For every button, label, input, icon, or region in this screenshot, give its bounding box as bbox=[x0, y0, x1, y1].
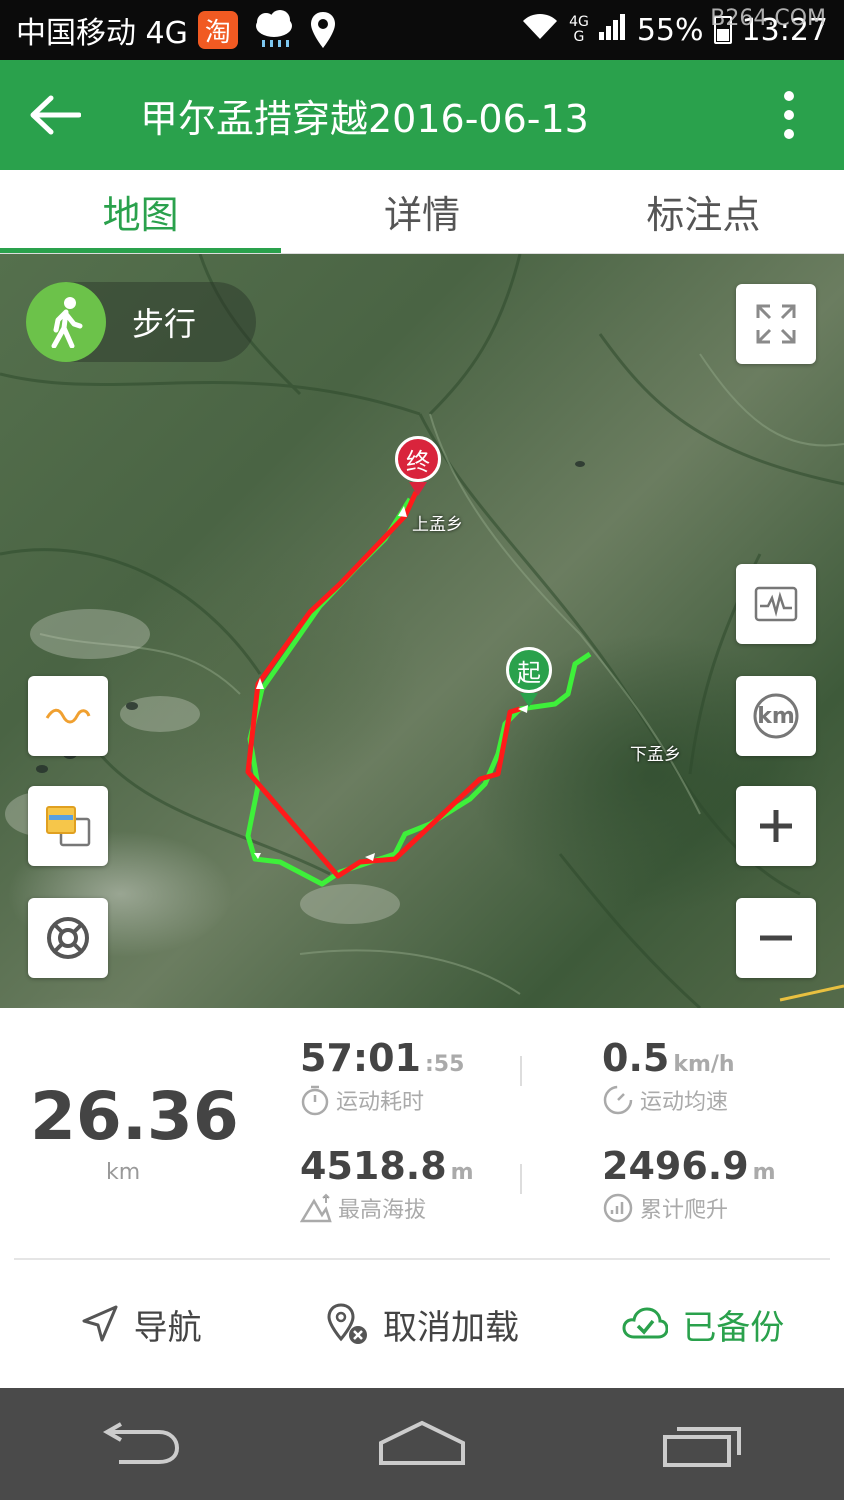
system-home-button[interactable] bbox=[352, 1404, 492, 1484]
mode-label: 步行 bbox=[132, 305, 197, 343]
unload-button[interactable]: 取消加载 bbox=[281, 1300, 562, 1349]
elevation-chart-button[interactable] bbox=[736, 564, 816, 644]
duration-label: 运动耗时 bbox=[336, 1090, 425, 1115]
layer-switch-button[interactable] bbox=[28, 786, 108, 866]
navigate-button[interactable]: 导航 bbox=[0, 1300, 281, 1349]
km-label: km bbox=[757, 703, 795, 729]
speed-label: 运动均速 bbox=[640, 1090, 729, 1115]
zoom-out-button[interactable] bbox=[736, 898, 816, 978]
divider bbox=[520, 1164, 522, 1194]
location-cancel-icon bbox=[327, 1303, 367, 1344]
altitude-value: 4518.8 bbox=[300, 1144, 447, 1188]
climb-unit: m bbox=[752, 1160, 776, 1185]
stopwatch-icon bbox=[301, 1085, 329, 1116]
backup-label: 已备份 bbox=[682, 1307, 785, 1348]
km-markers-button[interactable]: km bbox=[736, 676, 816, 756]
lifebuoy-icon bbox=[47, 917, 89, 959]
altitude-stat: 4518.8 m 最高海拔 bbox=[300, 1144, 474, 1224]
tab-bar: 地图 详情 标注点 bbox=[0, 170, 844, 254]
start-marker-tail bbox=[520, 693, 538, 707]
overflow-menu-button[interactable] bbox=[759, 60, 819, 170]
climb-label: 累计爬升 bbox=[640, 1198, 729, 1223]
speedometer-icon bbox=[603, 1085, 633, 1115]
more-vert-icon bbox=[784, 91, 794, 101]
duration-stat: 57:01:55 运动耗时 bbox=[300, 1036, 464, 1116]
duration-seconds: :55 bbox=[424, 1052, 465, 1077]
system-nav-bar bbox=[0, 1388, 844, 1500]
distance-value: 26.36 bbox=[30, 1078, 239, 1155]
navigation-arrow-icon bbox=[82, 1305, 118, 1342]
locate-button[interactable] bbox=[28, 898, 108, 978]
arrow-left-icon bbox=[30, 95, 81, 135]
tab-details[interactable]: 详情 bbox=[281, 170, 562, 253]
section-divider bbox=[14, 1258, 830, 1260]
unload-label: 取消加载 bbox=[382, 1307, 519, 1348]
speed-value: 0.5 bbox=[602, 1036, 670, 1080]
altitude-unit: m bbox=[450, 1160, 474, 1185]
satellite-map[interactable]: 步行 km 终 起 上孟乡 下孟乡 bbox=[0, 254, 844, 1008]
waveform-icon bbox=[754, 586, 798, 622]
recents-icon bbox=[663, 1427, 742, 1467]
layers-icon bbox=[46, 806, 91, 847]
fullscreen-button[interactable] bbox=[736, 284, 816, 364]
zoom-in-button[interactable] bbox=[736, 786, 816, 866]
track-style-button[interactable] bbox=[28, 676, 108, 756]
speed-unit: km/h bbox=[673, 1052, 735, 1077]
duration-value: 57:01 bbox=[300, 1036, 421, 1080]
signal-icon bbox=[598, 12, 627, 48]
end-marker[interactable]: 终 bbox=[395, 436, 441, 482]
walking-icon bbox=[26, 282, 106, 362]
carrier-label: 中国移动 4G bbox=[16, 16, 188, 51]
location-icon bbox=[310, 11, 336, 49]
track-outbound bbox=[245, 497, 592, 887]
wifi-icon bbox=[521, 11, 559, 49]
system-recents-button[interactable] bbox=[633, 1404, 773, 1484]
action-bar: 导航 取消加载 已备份 bbox=[0, 1262, 844, 1386]
cloud-check-icon bbox=[622, 1307, 669, 1339]
terrain-texture bbox=[0, 254, 844, 1008]
watermark: B264.COM bbox=[710, 6, 826, 31]
app-bar: 甲尔孟措穿越2016-06-13 bbox=[0, 60, 844, 170]
minus-icon bbox=[760, 935, 792, 941]
climb-stat: 2496.9 m 累计爬升 bbox=[602, 1144, 776, 1224]
speed-stat: 0.5 km/h 运动均速 bbox=[602, 1036, 735, 1116]
end-marker-tail bbox=[409, 482, 427, 496]
back-arrow-icon bbox=[102, 1422, 179, 1464]
page-title: 甲尔孟措穿越2016-06-13 bbox=[140, 96, 589, 141]
taobao-app-icon: 淘 bbox=[197, 11, 238, 49]
back-button[interactable] bbox=[0, 60, 110, 170]
plus-icon bbox=[760, 810, 792, 842]
place-label-lower: 下孟乡 bbox=[630, 745, 681, 765]
distance-unit: km bbox=[106, 1160, 141, 1185]
network-type: 4G G bbox=[569, 14, 589, 45]
weather-rain-icon bbox=[252, 10, 296, 50]
mountain-peak-icon bbox=[300, 1193, 332, 1223]
track-stats: 26.36 km 57:01:55 运动耗时 0.5 km/h 运动均速 4518… bbox=[0, 1008, 844, 1260]
altitude-label: 最高海拔 bbox=[338, 1198, 427, 1223]
divider bbox=[520, 1056, 522, 1086]
tab-markers[interactable]: 标注点 bbox=[563, 170, 844, 253]
road bbox=[779, 984, 844, 1002]
battery-percent: 55% bbox=[636, 12, 704, 48]
home-icon bbox=[378, 1420, 465, 1465]
expand-icon bbox=[756, 304, 796, 344]
climb-chart-icon bbox=[603, 1193, 633, 1223]
status-bar: 中国移动 4G 淘 4G G 55% 13:27 B264.COM bbox=[0, 0, 844, 60]
system-back-button[interactable] bbox=[71, 1404, 211, 1484]
backup-status-button[interactable]: 已备份 bbox=[563, 1300, 844, 1349]
place-label-upper: 上孟乡 bbox=[412, 515, 463, 535]
mode-chip[interactable]: 步行 bbox=[26, 282, 256, 362]
tab-map[interactable]: 地图 bbox=[0, 170, 282, 253]
wave-line-icon bbox=[45, 708, 91, 724]
start-marker[interactable]: 起 bbox=[506, 647, 552, 693]
climb-value: 2496.9 bbox=[602, 1144, 749, 1188]
track-return bbox=[245, 490, 521, 879]
navigate-label: 导航 bbox=[133, 1307, 202, 1348]
